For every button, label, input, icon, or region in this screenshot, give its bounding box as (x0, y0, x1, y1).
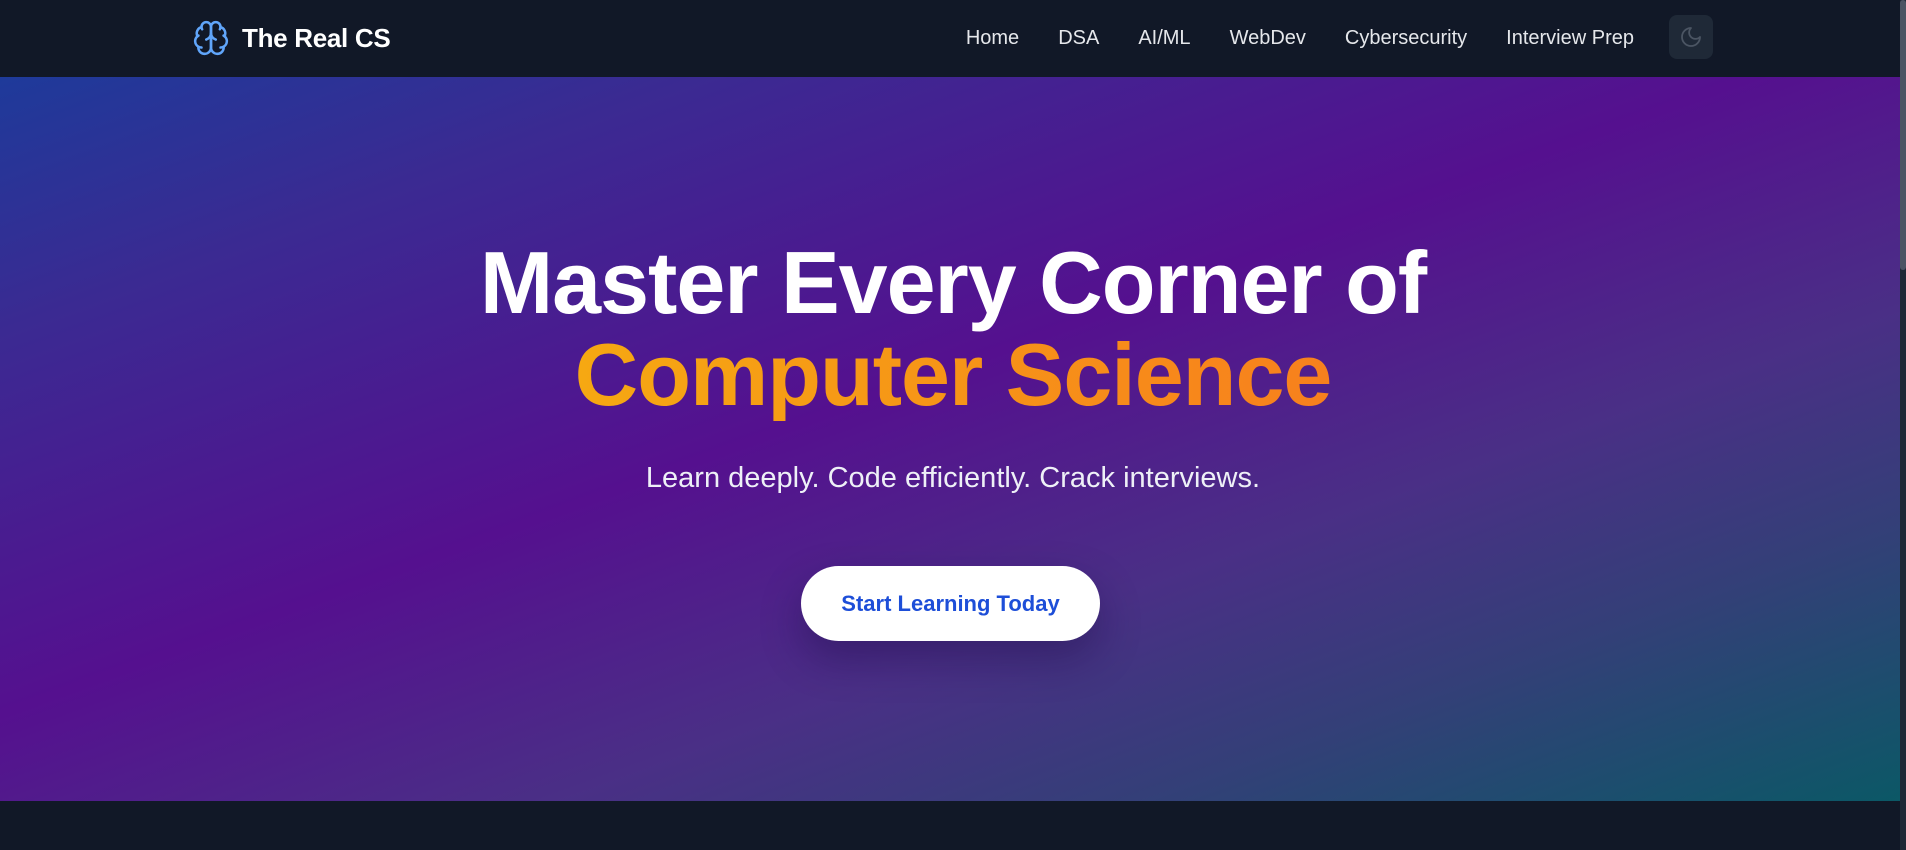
theme-toggle-button[interactable] (1669, 15, 1713, 59)
start-learning-button[interactable]: Start Learning Today (801, 566, 1100, 641)
page: The Real CS Home DSA AI/ML WebDev Cybers… (0, 0, 1906, 850)
page-scrollbar[interactable] (1900, 0, 1906, 850)
brand-name: The Real CS (242, 22, 391, 53)
hero-title-highlight: Computer Science (574, 325, 1333, 424)
hero-subtitle: Learn deeply. Code efficiently. Crack in… (645, 462, 1261, 494)
nav-link-cybersecurity[interactable]: Cybersecurity (1345, 27, 1467, 50)
brand-logo[interactable]: The Real CS (192, 18, 391, 58)
brain-icon (193, 20, 229, 56)
hero-section: Master Every Corner of Computer Science … (0, 77, 1906, 801)
hero-title: Master Every Corner of Computer Science (0, 237, 1906, 421)
hero-title-line1: Master Every Corner of (479, 233, 1427, 332)
nav-links: Home DSA AI/ML WebDev Cybersecurity Inte… (966, 0, 1634, 77)
nav-link-dsa[interactable]: DSA (1058, 27, 1099, 50)
nav-link-home[interactable]: Home (966, 27, 1019, 50)
nav-link-ai-ml[interactable]: AI/ML (1138, 27, 1190, 50)
next-section-edge (0, 801, 1906, 850)
nav-link-webdev[interactable]: WebDev (1230, 27, 1306, 50)
moon-icon (1681, 27, 1701, 47)
scrollbar-thumb[interactable] (1900, 0, 1906, 270)
navbar: The Real CS Home DSA AI/ML WebDev Cybers… (0, 0, 1906, 77)
nav-link-interview-prep[interactable]: Interview Prep (1506, 27, 1634, 50)
